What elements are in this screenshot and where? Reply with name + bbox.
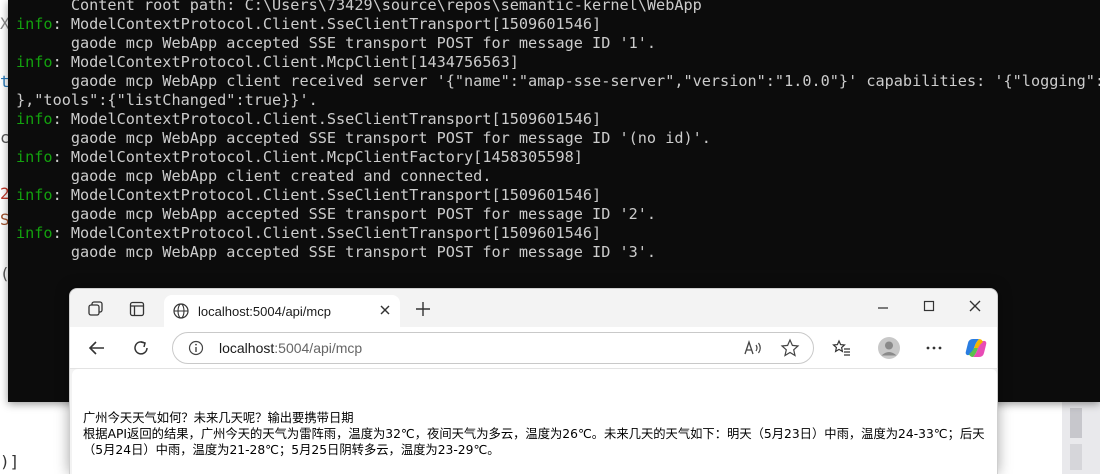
log-level-label: info <box>16 224 53 242</box>
log-message: : ModelContextProtocol.Client.SseClientT… <box>52 110 602 128</box>
terminal-line: gaode mcp WebApp accepted SSE transport … <box>16 129 1100 148</box>
terminal-line: info: ModelContextProtocol.Client.SseCli… <box>16 15 1100 34</box>
refresh-icon[interactable] <box>129 336 153 360</box>
log-message: gaode mcp WebApp client created and conn… <box>16 167 492 185</box>
vertical-tabs-icon[interactable] <box>124 297 150 321</box>
tab-title: localhost:5004/api/mcp <box>198 304 331 319</box>
favorites-icon[interactable] <box>830 336 854 360</box>
editor-glyph: )] <box>0 452 20 471</box>
read-aloud-icon[interactable] <box>743 339 763 360</box>
back-icon[interactable] <box>85 336 109 360</box>
page-content: 广州今天天气如何？未来几天呢？输出要携带日期 根据API返回的结果，广州今天的天… <box>72 369 997 474</box>
log-level-label: info <box>16 110 53 128</box>
terminal-line: info: ModelContextProtocol.Client.McpCli… <box>16 148 1100 167</box>
close-window-icon[interactable] <box>968 299 982 318</box>
answer-text: 根据API返回的结果，广州今天的天气为雷阵雨，温度为32℃，夜间天气为多云，温度… <box>83 427 985 457</box>
log-level-label: info <box>16 53 53 71</box>
close-tab-icon[interactable] <box>378 303 392 322</box>
globe-icon <box>172 302 190 325</box>
workspaces-icon[interactable] <box>83 297 109 321</box>
new-tab-icon[interactable] <box>415 301 431 322</box>
tab-localhost-mcp[interactable]: localhost:5004/api/mcp <box>164 295 400 327</box>
log-message: : ModelContextProtocol.Client.McpClientF… <box>52 148 583 166</box>
more-options-icon[interactable] <box>922 336 946 360</box>
terminal-line: gaode mcp WebApp accepted SSE transport … <box>16 34 1100 53</box>
maximize-icon[interactable] <box>922 299 936 318</box>
terminal-line: info: ModelContextProtocol.Client.SseCli… <box>16 110 1100 129</box>
log-level-label: info <box>16 186 53 204</box>
log-message: : ModelContextProtocol.Client.SseClientT… <box>52 186 602 204</box>
terminal-output: Content root path: C:\Users\73429\source… <box>16 0 1100 262</box>
log-message: gaode mcp WebApp accepted SSE transport … <box>16 34 657 52</box>
terminal-line: gaode mcp WebApp accepted SSE transport … <box>16 205 1100 224</box>
editor-scrollbar[interactable] <box>1062 402 1100 474</box>
tab-strip: localhost:5004/api/mcp <box>70 289 997 327</box>
log-level-label: info <box>16 148 53 166</box>
terminal-line: info: ModelContextProtocol.Client.SseCli… <box>16 224 1100 243</box>
terminal-line: gaode mcp WebApp client created and conn… <box>16 167 1100 186</box>
terminal-line: info: ModelContextProtocol.Client.SseCli… <box>16 186 1100 205</box>
terminal-line: gaode mcp WebApp accepted SSE transport … <box>16 243 1100 262</box>
log-message: gaode mcp WebApp accepted SSE transport … <box>16 129 711 147</box>
terminal-line: Content root path: C:\Users\73429\source… <box>16 0 1100 15</box>
log-message: gaode mcp WebApp client received server … <box>16 72 1100 90</box>
log-message: Content root path: C:\Users\73429\source… <box>16 0 702 14</box>
log-message: : ModelContextProtocol.Client.SseClientT… <box>52 224 602 242</box>
url-path: :5004/api/mcp <box>274 340 363 356</box>
terminal-line: },"tools":{"listChanged":true}}'. <box>16 91 1100 110</box>
browser-toolbar: localhost:5004/api/mcp <box>70 327 997 369</box>
log-message: gaode mcp WebApp accepted SSE transport … <box>16 243 657 261</box>
address-url[interactable]: localhost:5004/api/mcp <box>219 340 362 356</box>
profile-avatar[interactable] <box>876 336 902 360</box>
address-bar[interactable]: localhost:5004/api/mcp <box>172 332 814 364</box>
browser-window[interactable]: localhost:5004/api/mcp localhost:5004/ap… <box>69 288 998 474</box>
question-text: 广州今天天气如何？未来几天呢？输出要携带日期 <box>83 411 354 425</box>
minimize-icon[interactable] <box>876 299 890 318</box>
site-info-icon[interactable] <box>188 340 204 361</box>
terminal-line: info: ModelContextProtocol.Client.McpCli… <box>16 53 1100 72</box>
favorite-star-icon[interactable] <box>780 338 800 363</box>
log-message: },"tools":{"listChanged":true}}'. <box>16 91 318 109</box>
log-message: gaode mcp WebApp accepted SSE transport … <box>16 205 657 223</box>
terminal-line: gaode mcp WebApp client received server … <box>16 72 1100 91</box>
log-message: : ModelContextProtocol.Client.McpClient[… <box>52 53 519 71</box>
copilot-icon[interactable] <box>964 336 988 360</box>
url-host: localhost <box>219 340 275 356</box>
log-level-label: info <box>16 15 53 33</box>
log-message: : ModelContextProtocol.Client.SseClientT… <box>52 15 602 33</box>
